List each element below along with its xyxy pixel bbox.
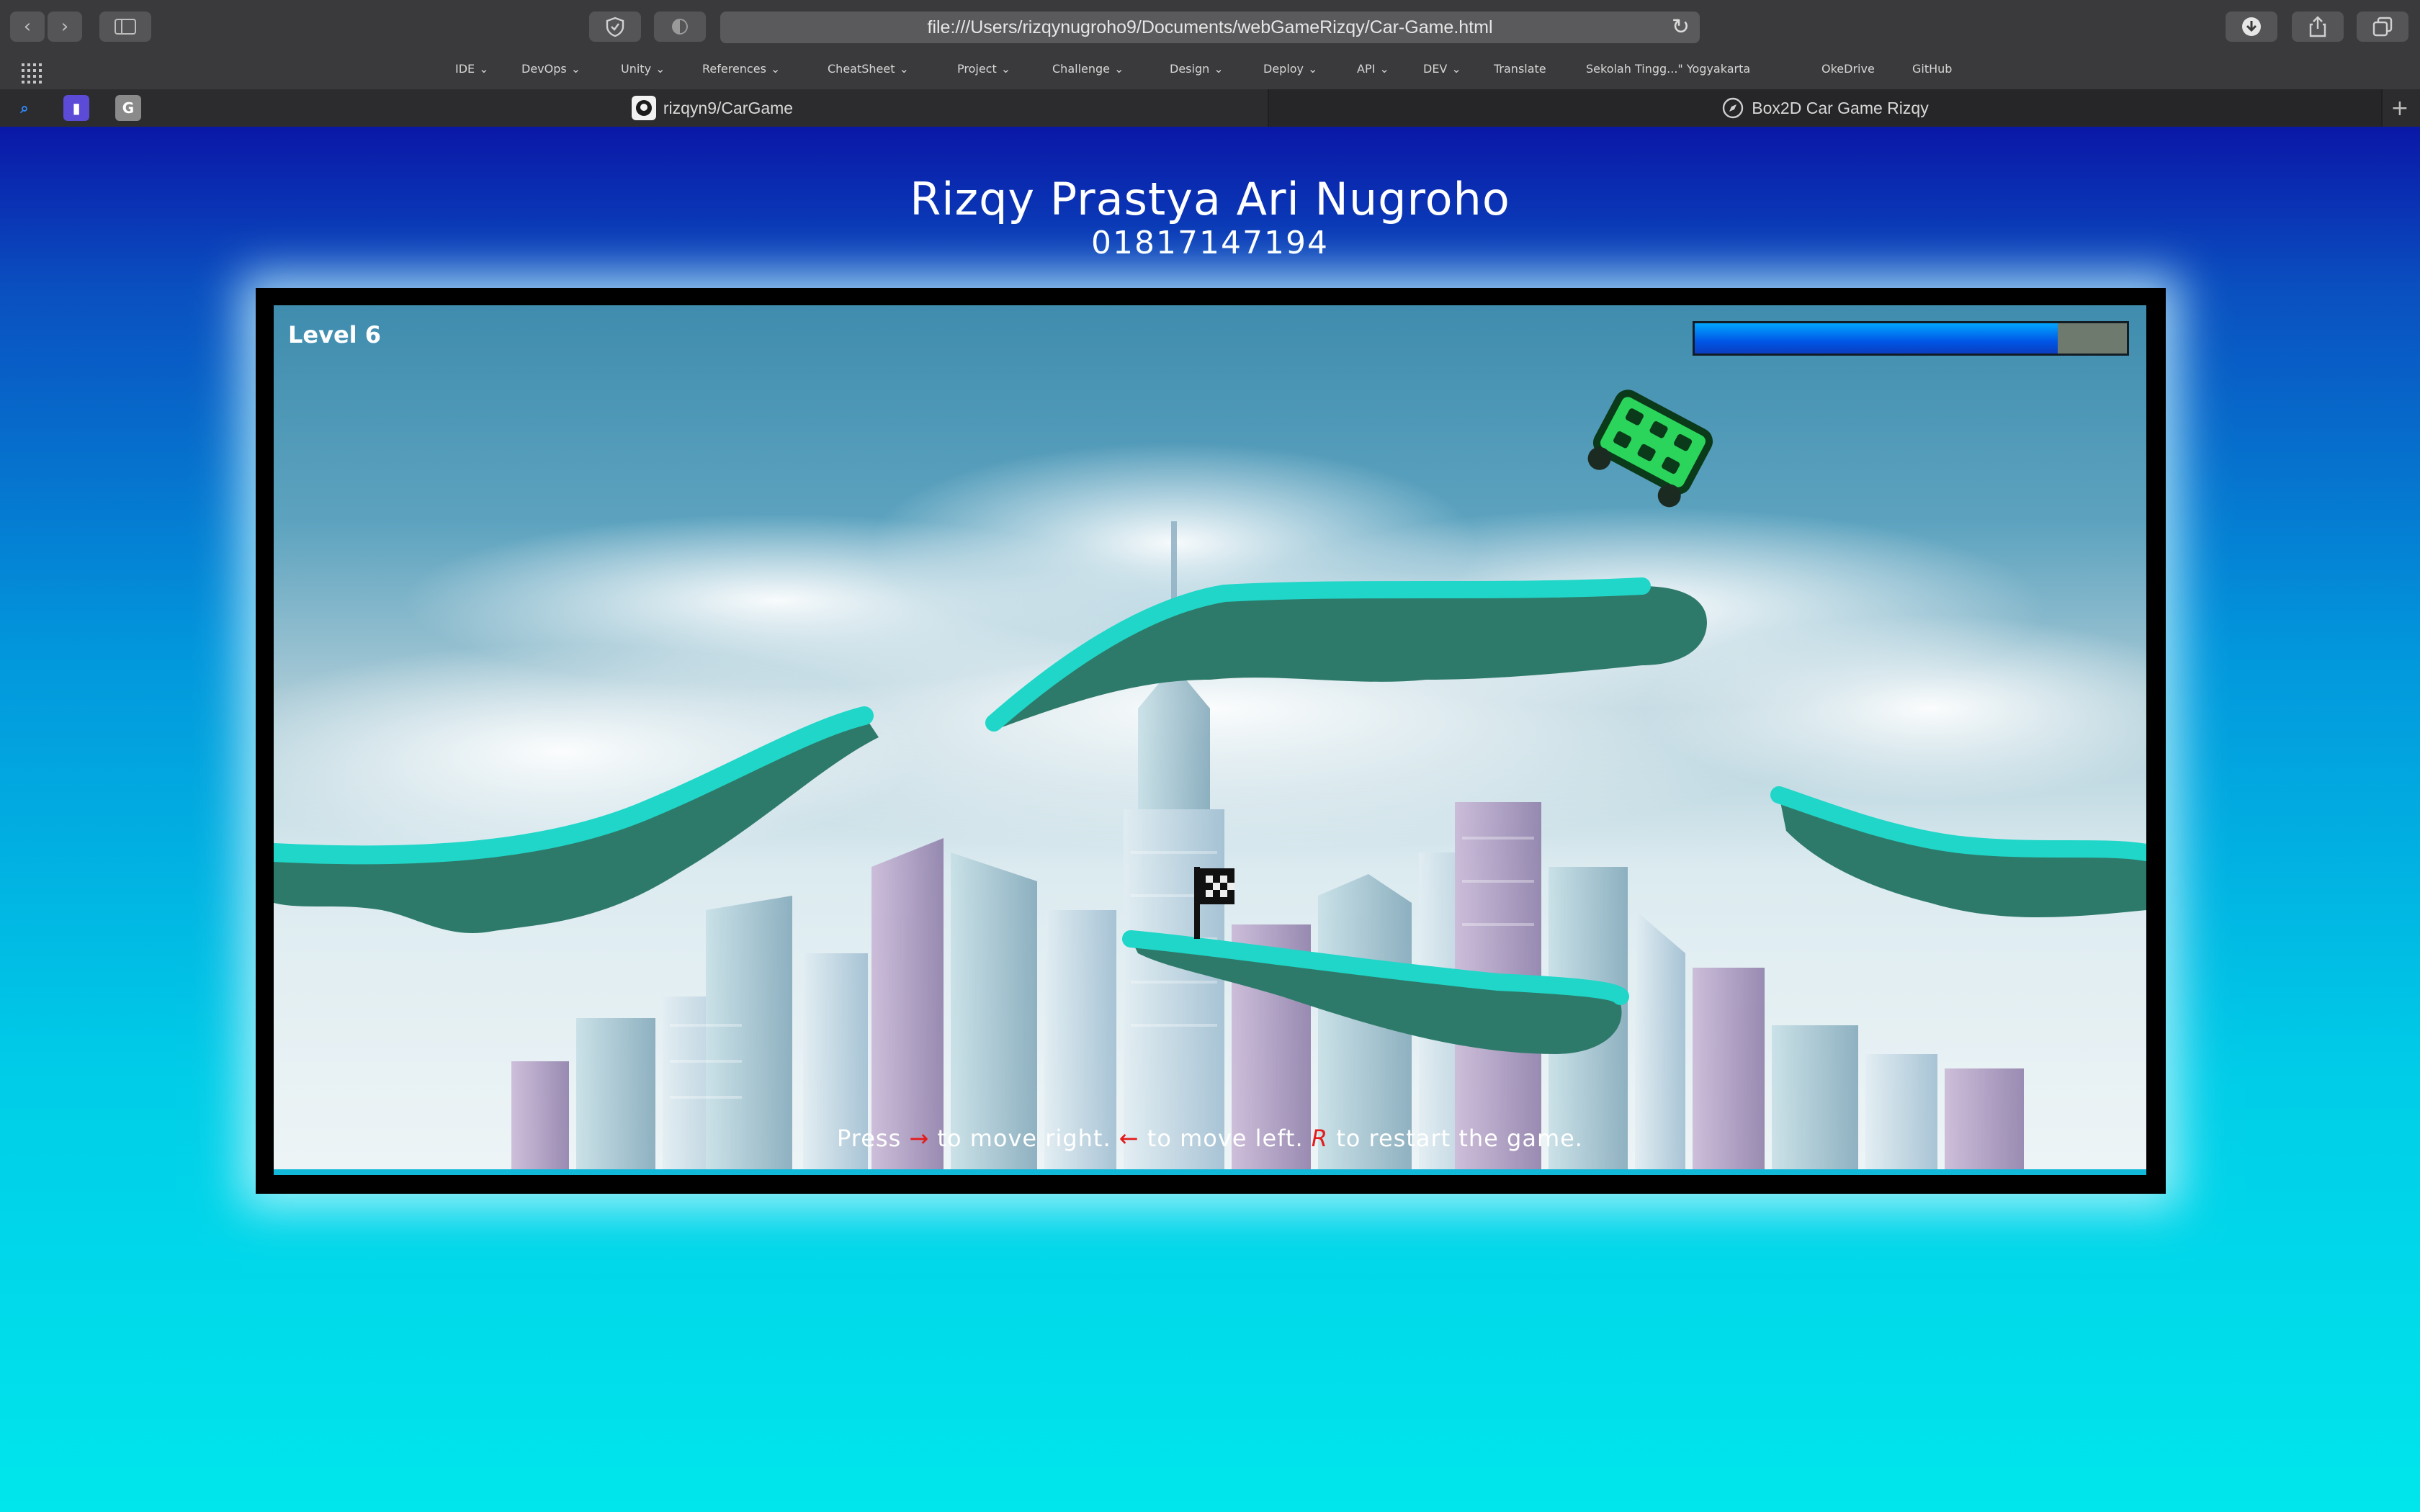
bookmark-sekolah[interactable]: Sekolah Tingg..." Yogyakarta xyxy=(1586,62,1750,76)
browser-chrome: ‹ › file:///Users/rizqynugroho9/Document… xyxy=(0,0,2420,127)
pinned-tab-g[interactable]: G xyxy=(115,95,141,121)
chevron-down-icon: ⌄ xyxy=(1379,62,1389,76)
page-subtitle: 01817147194 xyxy=(1091,225,1329,261)
health-bar xyxy=(1693,321,2129,356)
sidebar-icon xyxy=(115,19,136,35)
reload-icon[interactable]: ↻ xyxy=(1672,14,1690,40)
bookmark-unity[interactable]: Unity ⌄ xyxy=(621,62,665,76)
browser-toolbar: ‹ › file:///Users/rizqynugroho9/Document… xyxy=(0,0,2420,53)
url-text: file:///Users/rizqynugroho9/Documents/we… xyxy=(927,17,1493,37)
sidebar-toggle-button[interactable] xyxy=(99,12,151,42)
level-label: Level 6 xyxy=(288,321,382,348)
pinned-tab-purple[interactable]: ▮ xyxy=(63,95,89,121)
canvas-bottom-line xyxy=(274,1169,2146,1175)
chevron-left-icon: ‹ xyxy=(23,16,32,37)
bookmark-dev[interactable]: DEV ⌄ xyxy=(1423,62,1461,76)
chevron-down-icon: ⌄ xyxy=(1214,62,1224,76)
chevron-right-icon: › xyxy=(60,16,69,37)
share-button[interactable] xyxy=(2292,12,2344,42)
move-left-text: to move left. xyxy=(1147,1125,1304,1152)
bookmark-deploy[interactable]: Deploy ⌄ xyxy=(1263,62,1317,76)
bookmark-references[interactable]: References ⌄ xyxy=(702,62,780,76)
tab-label: rizqyn9/CarGame xyxy=(663,98,794,117)
bookmark-github[interactable]: GitHub xyxy=(1912,62,1952,76)
chevron-down-icon: ⌄ xyxy=(770,62,781,76)
move-right-text: to move right. xyxy=(937,1125,1111,1152)
chevron-down-icon: ⌄ xyxy=(1114,62,1124,76)
github-icon xyxy=(631,96,656,120)
compass-icon xyxy=(1723,97,1744,119)
chevron-down-icon: ⌄ xyxy=(1308,62,1318,76)
bookmark-design[interactable]: Design ⌄ xyxy=(1170,62,1224,76)
download-icon xyxy=(2242,17,2261,36)
extension-button[interactable] xyxy=(654,12,706,42)
chevron-down-icon: ⌄ xyxy=(1000,62,1011,76)
press-text: Press xyxy=(837,1125,902,1152)
bookmark-ide[interactable]: IDE ⌄ xyxy=(455,62,489,76)
back-button[interactable]: ‹ xyxy=(10,12,45,42)
address-bar[interactable]: file:///Users/rizqynugroho9/Documents/we… xyxy=(720,12,1700,43)
bookmark-challenge[interactable]: Challenge ⌄ xyxy=(1052,62,1124,76)
restart-key: R xyxy=(1311,1125,1329,1152)
bookmark-devops[interactable]: DevOps ⌄ xyxy=(521,62,581,76)
tabs-icon xyxy=(2372,17,2393,37)
chevron-down-icon: ⌄ xyxy=(655,62,666,76)
chevron-down-icon: ⌄ xyxy=(570,62,581,76)
tab-overview-button[interactable] xyxy=(2357,12,2408,42)
shield-icon xyxy=(606,17,624,37)
apps-grid-icon[interactable] xyxy=(22,63,42,84)
share-icon xyxy=(2309,16,2326,37)
bookmark-okedrive[interactable]: OkeDrive xyxy=(1821,62,1875,76)
car-icon xyxy=(1587,390,1713,508)
tab-github-cargame[interactable]: rizqyn9/CarGame xyxy=(157,89,1269,127)
new-tab-button[interactable]: + xyxy=(2387,95,2413,121)
bookmark-cheatsheet[interactable]: CheatSheet ⌄ xyxy=(828,62,909,76)
search-icon[interactable]: ⌕ xyxy=(12,95,37,121)
half-shield-icon xyxy=(672,19,688,35)
game-canvas[interactable]: Level 6 Press → to move right. ← to move… xyxy=(274,305,2146,1175)
platform-right xyxy=(1770,786,2146,917)
tab-label: Box2D Car Game Rizqy xyxy=(1752,98,1929,117)
tab-bar: ⌕ ▮ G rizqyn9/CarGame Box2D Car Game Riz… xyxy=(0,89,2420,127)
forward-button[interactable]: › xyxy=(48,12,82,42)
chevron-down-icon: ⌄ xyxy=(479,62,489,76)
chevron-down-icon: ⌄ xyxy=(899,62,909,76)
controls-instructions: Press → to move right. ← to move left. R… xyxy=(274,1125,2146,1152)
bookmark-project[interactable]: Project ⌄ xyxy=(957,62,1010,76)
bookmark-api[interactable]: API ⌄ xyxy=(1357,62,1389,76)
chevron-down-icon: ⌄ xyxy=(1451,62,1461,76)
tab-box2d-car-game[interactable]: Box2D Car Game Rizqy xyxy=(1269,89,2383,127)
arrow-right-icon: → xyxy=(909,1125,930,1152)
bookmark-translate[interactable]: Translate xyxy=(1494,62,1546,76)
health-bar-fill xyxy=(1695,323,2058,354)
arrow-left-icon: ← xyxy=(1119,1125,1139,1152)
restart-text: to restart the game. xyxy=(1336,1125,1583,1152)
downloads-button[interactable] xyxy=(2226,12,2277,42)
game-scene xyxy=(274,390,2146,1175)
page-title: Rizqy Prastya Ari Nugroho xyxy=(910,173,1510,225)
privacy-shield-button[interactable] xyxy=(589,12,641,42)
